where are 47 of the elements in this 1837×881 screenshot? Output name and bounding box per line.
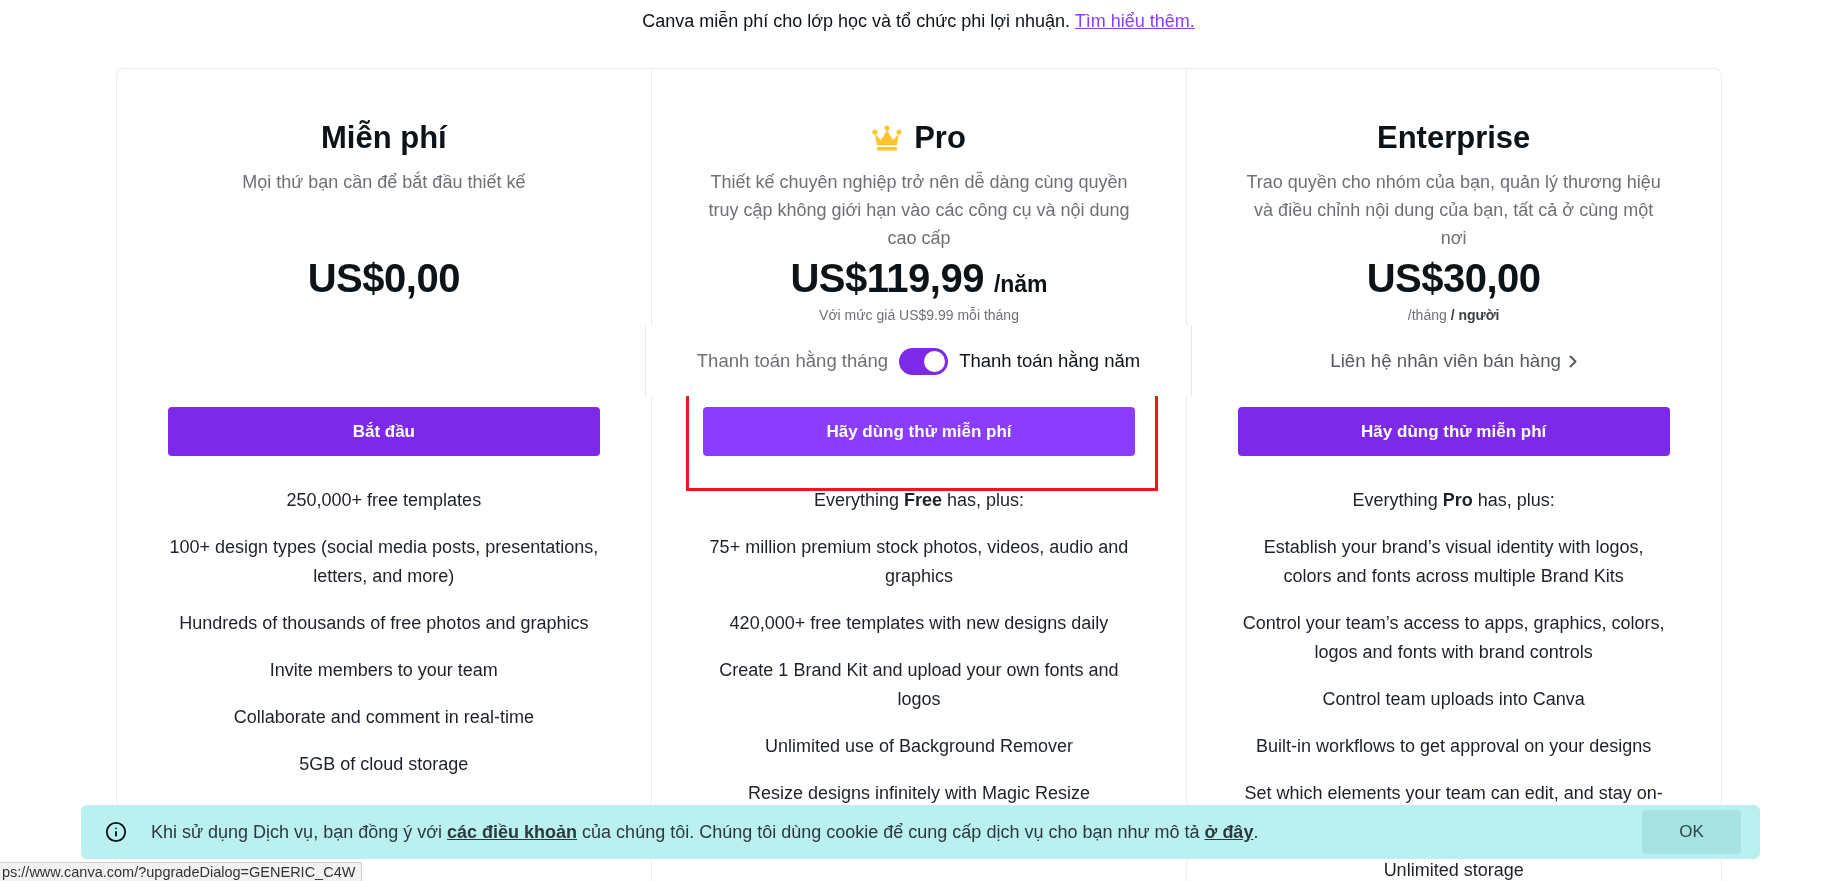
plan-title: Pro: [914, 120, 966, 156]
start-trial-button[interactable]: Hãy dùng thử miễn phí: [1237, 407, 1670, 456]
feature-text: Establish your brand’s visual identity with logos, colors and fonts across multiple Brand Kits: [1262, 535, 1645, 588]
plan-title: Miễn phí: [320, 120, 447, 156]
annual-billing-label: Thanh toán hằng năm: [959, 349, 1141, 373]
status-url: ps://www.canva.com/?upgradeDialog=GENERIC_C4W: [0, 862, 363, 881]
cookie-notice-text: Khi sử dụng Dịch vụ, bạn đồng ý với các điều khoản của chúng tôi. Chúng tôi dùng cookie để cung cấp dịch vụ cho bạn như mô tả ở đây.: [151, 821, 1259, 844]
feature-text: Set which elements your team can edit, and stay on-: [1244, 781, 1663, 805]
feature-text: Unlimited use of Background Remover: [764, 734, 1074, 758]
feature-text: Hundreds of thousands of free photos and graphics: [179, 611, 589, 635]
feature-text: Invite members to your team: [269, 658, 498, 682]
ok-button[interactable]: OK: [1642, 810, 1741, 854]
feature-text: Unlimited storage: [1383, 858, 1524, 881]
feature-text: Control your team’s access to apps, graphics, colors, logos and fonts with brand controls: [1241, 611, 1666, 664]
billing-toggle[interactable]: [899, 347, 949, 375]
feature-text: Collaborate and comment in real-time: [233, 705, 534, 729]
plan-description: Trao quyền cho nhóm của bạn, quản lý thương hiệu và điều chỉnh nội dung của bạn, tất cả ở cùng một nơi: [1245, 171, 1662, 250]
feature-text: Control team uploads into Canva: [1322, 687, 1585, 711]
price-note: Với mức giá US$9.99 mỗi tháng: [819, 306, 1019, 325]
learn-more-link[interactable]: Tìm hiểu thêm.: [1074, 11, 1195, 31]
plan-price: US$30,00: [1366, 255, 1541, 302]
monthly-billing-label: Thanh toán hằng tháng: [696, 349, 889, 373]
feature-text: 75+ million premium stock photos, videos, audio and graphics: [708, 535, 1130, 588]
top-notice-text: Canva miễn phí cho lớp học và tổ chức phi lợi nhuận. Tìm hiểu thêm.: [641, 9, 1196, 33]
plan-price: US$119,99: [790, 255, 984, 302]
start-trial-button[interactable]: Hãy dùng thử miễn phí: [703, 407, 1135, 456]
start-trial-button[interactable]: Bắt đầu: [167, 407, 601, 456]
feature-text: Everything Pro has, plus:: [1352, 488, 1555, 512]
feature-text: Built-in workflows to get approval on your designs: [1256, 734, 1652, 758]
chevron-right-icon: [1569, 354, 1577, 368]
feature-text: 420,000+ free templates with new designs daily: [729, 611, 1109, 635]
plan-title: Enterprise: [1377, 120, 1531, 156]
info-icon: [105, 821, 127, 843]
contact-sales-link[interactable]: Liên hệ nhân viên bán hàng: [1330, 348, 1577, 374]
feature-text: 5GB of cloud storage: [299, 752, 469, 776]
plan-description: Mọi thứ bạn cần để bắt đầu thiết kế: [242, 170, 526, 194]
feature-text: 250,000+ free templates: [286, 488, 482, 512]
terms-link[interactable]: các điều khoản: [447, 822, 578, 842]
price-note: /tháng / người: [1407, 306, 1500, 325]
feature-text: 100+ design types (social media posts, presentations, letters, and more): [168, 535, 600, 588]
price-period: /năm: [993, 271, 1048, 298]
plan-description: Thiết kế chuyên nghiệp trở nên dễ dàng cùng quyền truy cập không giới hạn vào các công cụ và nội dung cao cấp: [707, 170, 1131, 250]
feature-text: Resize designs infinitely with Magic Resize: [747, 781, 1091, 805]
plan-price: US$0,00: [307, 255, 460, 302]
feature-text: Everything Free has, plus:: [813, 488, 1025, 512]
details-link[interactable]: ở đây: [1204, 822, 1254, 842]
feature-text: Create 1 Brand Kit and upload your own fonts and logos: [718, 658, 1120, 711]
